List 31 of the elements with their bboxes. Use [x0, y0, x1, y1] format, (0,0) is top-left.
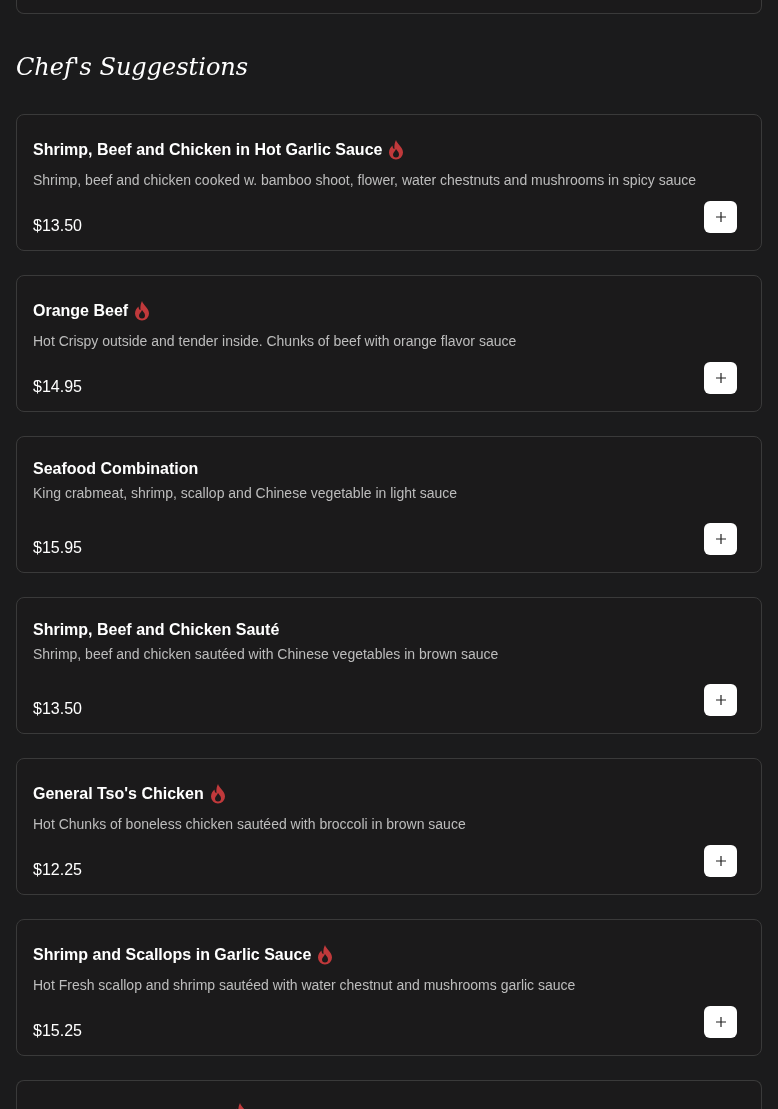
item-price: $13.50	[33, 700, 82, 718]
add-button[interactable]	[704, 362, 737, 394]
item-name: Shrimp, Beef and Chicken in Hot Garlic Sauce	[33, 141, 383, 159]
plus-icon	[715, 212, 726, 222]
item-name: Orange Beef	[33, 302, 129, 320]
add-button[interactable]	[704, 523, 737, 555]
item-price: $15.25	[33, 1022, 82, 1040]
item-description: Hot Chunks of boneless chicken sautéed with broccoli in brown sauce	[33, 815, 467, 833]
item-name: General Tso's Chicken	[33, 785, 204, 803]
item-description: Hot Fresh scallop and shrimp sautéed with water chestnut and mushrooms garlic sauce	[33, 976, 577, 994]
section-title: Chef's Suggestions	[16, 52, 249, 83]
item-price: $14.95	[33, 378, 82, 396]
add-button[interactable]	[704, 201, 737, 233]
add-button[interactable]	[704, 684, 737, 716]
plus-icon	[715, 1017, 726, 1027]
item-name: Shrimp and Scallops in Garlic Sauce	[33, 946, 312, 964]
plus-icon	[715, 695, 726, 705]
item-name: Seafood Combination	[33, 460, 199, 478]
item-description: Shrimp, beef and chicken sautéed with Chinese vegetables in brown sauce	[33, 645, 500, 663]
plus-icon	[715, 373, 726, 383]
plus-icon	[715, 856, 726, 866]
item-price: $12.25	[33, 861, 82, 879]
add-button[interactable]	[704, 845, 737, 877]
item-description: Shrimp, beef and chicken cooked w. bamboo shoot, flower, water chestnuts and mushrooms in spicy sauce	[33, 171, 698, 189]
item-price: $15.95	[33, 539, 82, 557]
item-name: Shrimp, Beef and Chicken Sauté	[33, 621, 280, 639]
item-description: Hot Crispy outside and tender inside. Chunks of beef with orange flavor sauce	[33, 332, 518, 350]
plus-icon	[715, 534, 726, 544]
item-price: $13.50	[33, 217, 82, 235]
item-description: King crabmeat, shrimp, scallop and Chinese vegetable in light sauce	[33, 484, 459, 502]
add-button[interactable]	[704, 1006, 737, 1038]
